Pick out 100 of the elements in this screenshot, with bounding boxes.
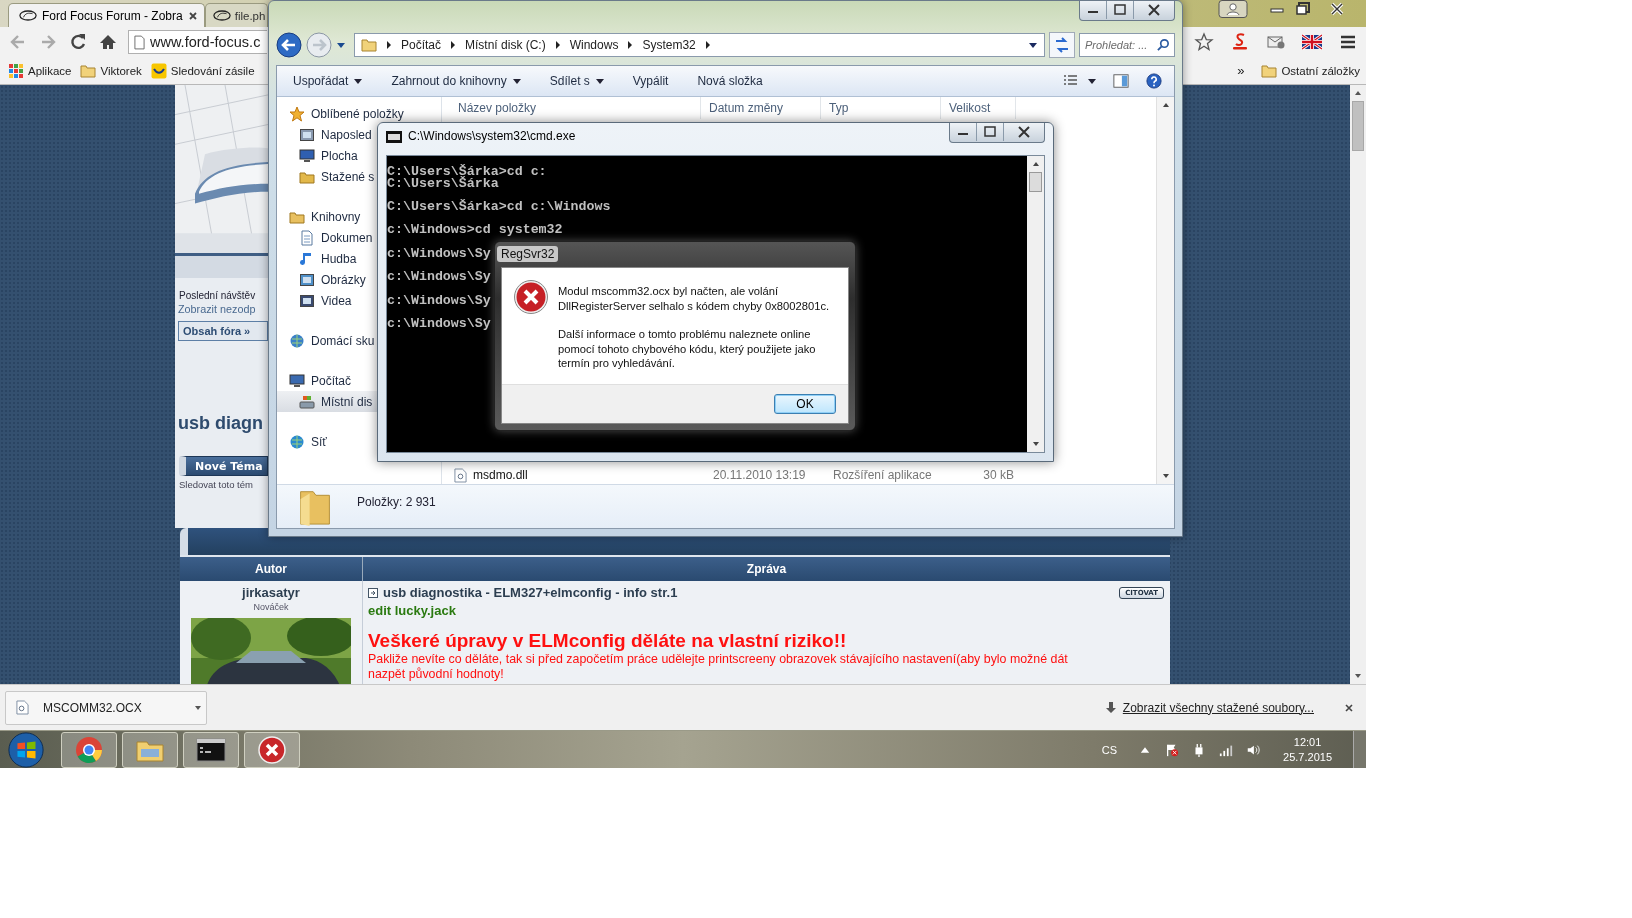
bookmark[interactable]: Aplikace: [8, 60, 72, 81]
clock-date[interactable]: 25.7.2015: [1283, 749, 1332, 765]
film-icon: [299, 292, 315, 309]
help-icon[interactable]: [1146, 73, 1162, 89]
nav-item[interactable]: Plocha: [277, 145, 360, 166]
chevron-icon[interactable]: [450, 41, 457, 49]
toolbar-button[interactable]: Uspořádat: [283, 70, 373, 92]
nav-item[interactable]: Domácí sku: [277, 330, 377, 351]
more-bookmarks-button[interactable]: »: [1237, 61, 1245, 80]
unanswered-link[interactable]: Zobrazit nezodp: [175, 303, 268, 315]
grid-icon: [8, 62, 24, 79]
caret-icon[interactable]: [194, 704, 202, 711]
column-header[interactable]: Název položky: [450, 97, 701, 119]
address-bar[interactable]: www.ford-focus.c: [128, 30, 267, 54]
post-title[interactable]: usb diagnostika - ELM327+elmconfig - info str.1: [383, 585, 678, 600]
console-line: c:\Windows\Sy: [387, 247, 491, 260]
browser-tab[interactable]: Ford Focus Forum - Zobra: [8, 3, 205, 27]
last-visit-text: Poslední návštěv: [178, 290, 257, 301]
path-segment[interactable]: System32: [642, 38, 696, 52]
language-indicator[interactable]: CS: [1101, 743, 1118, 756]
image-icon: [299, 271, 315, 288]
scroll-down-icon[interactable]: [1353, 672, 1363, 680]
caret-icon[interactable]: [336, 41, 346, 49]
nav-item[interactable]: Knihovny: [277, 206, 363, 227]
scroll-down-icon[interactable]: [1160, 472, 1171, 480]
reload-icon[interactable]: [68, 32, 88, 52]
chevron-icon[interactable]: [554, 41, 561, 49]
path-segment[interactable]: Windows: [569, 38, 619, 52]
chevron-icon[interactable]: [627, 41, 634, 49]
path-segment[interactable]: Počítač: [401, 38, 442, 52]
author-name[interactable]: jirkasatyr: [242, 585, 300, 600]
column-header[interactable]: Typ: [821, 97, 941, 119]
start-button[interactable]: [6, 730, 46, 768]
toolbar-button[interactable]: Sdílet s: [539, 70, 614, 92]
browser-tab[interactable]: file.ph: [204, 3, 269, 27]
caret-icon[interactable]: [1028, 41, 1038, 49]
home-icon[interactable]: [98, 32, 118, 52]
star-icon[interactable]: [1194, 32, 1214, 52]
column-header[interactable]: Velikost: [941, 97, 1016, 119]
new-topic-button[interactable]: Nové Téma: [179, 456, 268, 476]
search-field[interactable]: Prohledat: ...: [1079, 33, 1175, 57]
scrollbar[interactable]: [1027, 156, 1044, 452]
show-all-downloads-link[interactable]: Zobrazit všechny stažené soubory...: [1122, 700, 1314, 715]
toolbar-button[interactable]: Zahrnout do knihovny: [381, 70, 531, 92]
scroll-up-icon[interactable]: [1353, 89, 1363, 97]
breadcrumb-link[interactable]: Obsah fóra »: [183, 325, 251, 337]
folder-icon: [1261, 62, 1278, 79]
nav-item[interactable]: Počítač: [277, 370, 354, 391]
flag-icon[interactable]: [1302, 32, 1322, 52]
error-icon: [514, 280, 548, 314]
scroll-up-icon[interactable]: [1030, 160, 1041, 168]
scrollbar[interactable]: [1350, 85, 1366, 684]
column-header[interactable]: Datum změny: [701, 97, 821, 119]
globe-icon: [289, 332, 305, 349]
download-item[interactable]: MSCOMM32.OCX: [5, 690, 207, 725]
bookmark[interactable]: Viktorek: [80, 60, 142, 81]
logo-icon: [19, 10, 37, 21]
nav-item[interactable]: Oblíbené položky: [277, 103, 406, 124]
refresh-icon[interactable]: [1049, 32, 1075, 58]
bookmark[interactable]: Sledování zásile: [150, 60, 255, 81]
extension-icon[interactable]: [1230, 32, 1250, 52]
nav-item[interactable]: Dokumen: [277, 227, 375, 248]
drive-icon: [299, 393, 315, 410]
watch-topic-link[interactable]: Sledovat toto tém: [175, 479, 268, 490]
scroll-down-icon[interactable]: [1030, 440, 1041, 448]
nav-item[interactable]: Síť: [277, 431, 329, 452]
address-bar[interactable]: Počítač Místní disk (C:) Windows System32: [354, 33, 1045, 57]
scroll-thumb[interactable]: [1352, 101, 1364, 151]
chevron-icon[interactable]: [704, 41, 711, 49]
globe-icon: [289, 433, 305, 450]
close-icon[interactable]: [1344, 702, 1354, 713]
user-icon[interactable]: [1218, 0, 1248, 18]
toolbar-button[interactable]: Vypálit: [622, 70, 679, 92]
toolbar-button[interactable]: Nová složka: [687, 70, 773, 92]
taskbar-button[interactable]: [183, 731, 239, 768]
chevron-icon[interactable]: [386, 41, 392, 49]
bookmark-folder[interactable]: Ostatní záložky: [1261, 60, 1360, 81]
scroll-up-icon[interactable]: [1160, 101, 1171, 109]
nav-item[interactable]: Videa: [277, 290, 354, 311]
star-icon: [289, 105, 305, 122]
path-segment[interactable]: Místní disk (C:): [465, 38, 546, 52]
clock-time[interactable]: 12:01: [1293, 734, 1322, 750]
back-icon[interactable]: [276, 32, 302, 58]
nav-item[interactable]: Místní dis: [277, 391, 377, 412]
nav-item[interactable]: Stažené s: [277, 166, 377, 187]
nav-item[interactable]: Naposled: [277, 124, 374, 145]
scroll-thumb[interactable]: [1029, 172, 1042, 192]
close-icon[interactable]: [187, 10, 198, 21]
console-line: c:\Windows\Sy: [387, 271, 491, 283]
scrollbar[interactable]: [1156, 97, 1174, 484]
preview-pane-icon[interactable]: [1113, 73, 1129, 89]
error-icon: [257, 734, 287, 765]
taskbar-button[interactable]: [244, 731, 300, 768]
speaker-icon[interactable]: [1246, 742, 1261, 757]
nav-item[interactable]: Obrázky: [277, 269, 368, 290]
nav-item[interactable]: Hudba: [277, 248, 359, 269]
flag-icon[interactable]: [1165, 742, 1180, 757]
console-line: c:\Windows\Sy: [387, 318, 491, 330]
ok-button[interactable]: OK: [774, 394, 836, 414]
file-row[interactable]: msdmo.dll 20.11.2010 13:19 Rozšíření aplikace 30 kB: [442, 466, 1156, 484]
